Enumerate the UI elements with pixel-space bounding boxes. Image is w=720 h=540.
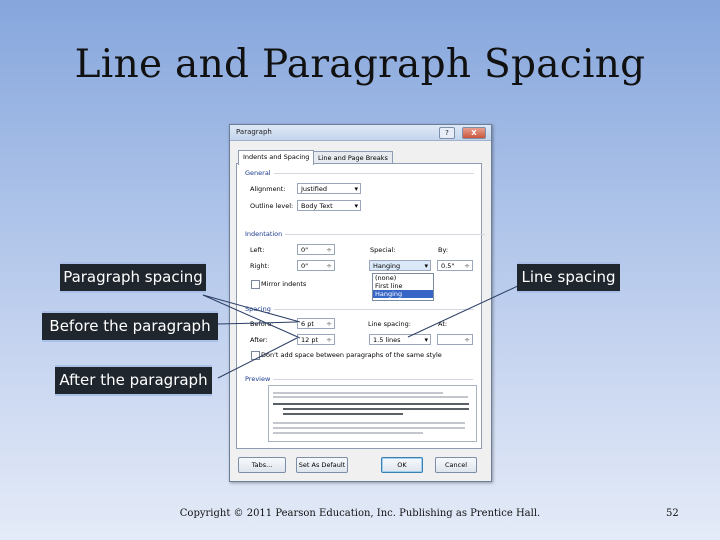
dropdown-option-none[interactable]: (none) (373, 274, 433, 282)
special-dropdown-list[interactable]: (none) First line Hanging (372, 273, 434, 301)
callout-paragraph-spacing: Paragraph spacing (60, 262, 206, 293)
leader-after (217, 337, 298, 379)
page-number: 52 (666, 508, 679, 519)
callout-after-paragraph: After the paragraph (55, 365, 212, 396)
leader-before (217, 321, 298, 325)
copyright-footer: Copyright © 2011 Pearson Education, Inc.… (179, 508, 541, 519)
dropdown-option-hanging[interactable]: Hanging (373, 290, 433, 298)
callout-before-paragraph: Before the paragraph (42, 311, 218, 342)
dropdown-option-first-line[interactable]: First line (373, 282, 433, 290)
tab-indents-and-spacing[interactable]: Indents and Spacing (238, 150, 315, 165)
callout-line-spacing: Line spacing (517, 262, 620, 293)
